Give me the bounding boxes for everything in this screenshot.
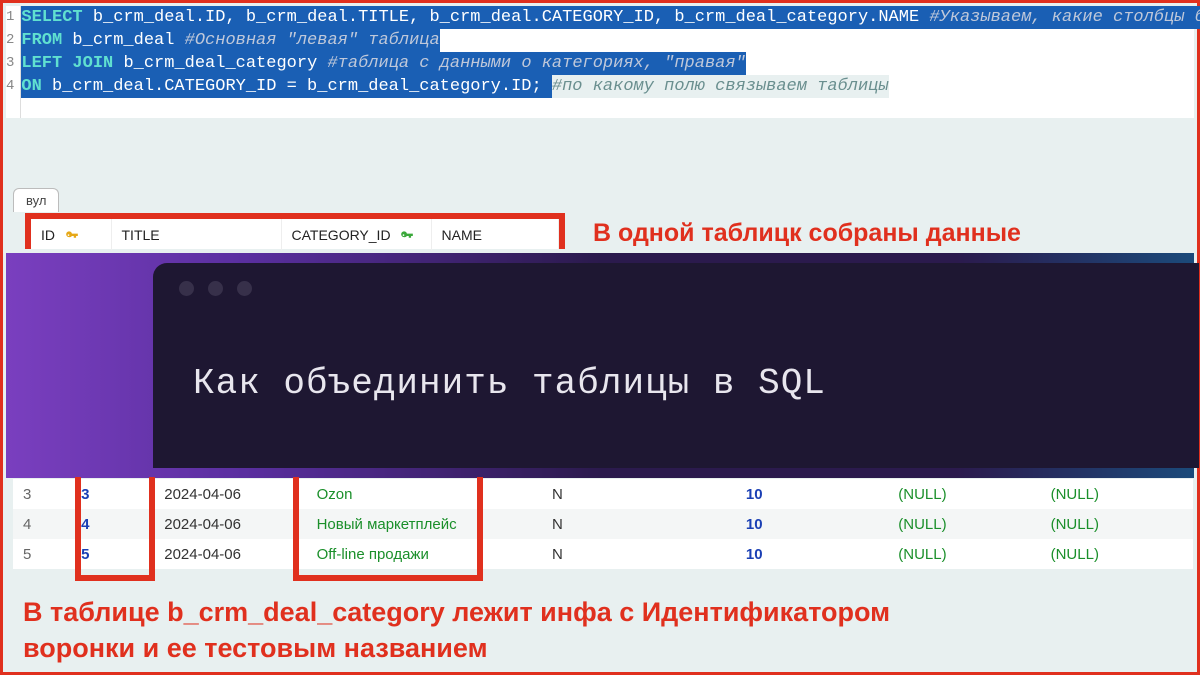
dot-icon [179, 281, 194, 296]
key-icon [65, 229, 79, 243]
cell-null: (NULL) [1041, 539, 1193, 569]
cell-flag: N [542, 509, 736, 539]
cell-date: 2024-04-06 [154, 539, 306, 569]
col-label: CATEGORY_ID [292, 227, 391, 243]
sql-line-2[interactable]: FROM b_crm_deal #Основная "левая" таблиц… [21, 29, 1200, 52]
cell-null: (NULL) [888, 479, 1040, 509]
sql-expression: b_crm_deal.CATEGORY_ID = b_crm_deal_cate… [52, 77, 552, 96]
sql-keyword: FROM [21, 31, 72, 50]
col-title[interactable]: TITLE [111, 219, 281, 251]
col-name[interactable]: NAME [431, 219, 559, 251]
line-number: 4 [6, 75, 20, 98]
sql-comment: #по какому полю связываем таблицы [552, 77, 889, 96]
row-number: 5 [13, 539, 71, 569]
result-tab-strip: вул [3, 188, 59, 212]
annotation-line: В таблице b_crm_deal_category лежит инфа… [23, 594, 890, 630]
card-title: Как объединить таблицы в SQL [193, 363, 826, 404]
cell-null: (NULL) [1041, 479, 1193, 509]
col-category-id[interactable]: CATEGORY_ID [281, 219, 431, 251]
table-row[interactable]: 5 5 2024-04-06 Off-line продажи N 10 (NU… [13, 539, 1193, 569]
col-label: ID [41, 227, 55, 243]
cell-flag: N [542, 539, 736, 569]
result-header-box: ID TITLE CATEGORY_ID NAME [25, 213, 565, 249]
sql-keyword: LEFT JOIN [21, 54, 123, 73]
col-label: TITLE [122, 227, 160, 243]
table-row[interactable]: 4 4 2024-04-06 Новый маркетплейс N 10 (N… [13, 509, 1193, 539]
result-tab-partial[interactable]: вул [13, 188, 59, 212]
cell-value: 10 [736, 479, 888, 509]
sql-keyword: ON [21, 77, 52, 96]
category-table[interactable]: 3 3 2024-04-06 Ozon N 10 (NULL) (NULL) 4… [13, 479, 1193, 569]
sql-table: b_crm_deal_category [123, 54, 327, 73]
screenshot-root: 1 2 3 4 SELECT b_crm_deal.ID, b_crm_deal… [0, 0, 1200, 675]
sql-editor[interactable]: 1 2 3 4 SELECT b_crm_deal.ID, b_crm_deal… [6, 6, 1194, 118]
cell-flag: N [542, 479, 736, 509]
sql-comment: #Указываем, какие столбцы брат [929, 8, 1200, 27]
title-card: Как объединить таблицы в SQL [153, 263, 1199, 468]
cell-null: (NULL) [888, 509, 1040, 539]
sql-comment: #таблица с данными о категориях, "правая… [327, 54, 745, 73]
highlight-box-name [293, 477, 483, 581]
annotation-line: воронки и ее тестовым названием [23, 630, 890, 666]
row-number: 4 [13, 509, 71, 539]
table-row[interactable]: 3 3 2024-04-06 Ozon N 10 (NULL) (NULL) [13, 479, 1193, 509]
cell-date: 2024-04-06 [154, 509, 306, 539]
sql-code[interactable]: SELECT b_crm_deal.ID, b_crm_deal.TITLE, … [21, 6, 1200, 118]
cell-date: 2024-04-06 [154, 479, 306, 509]
line-gutter: 1 2 3 4 [6, 6, 21, 118]
cell-value: 10 [736, 509, 888, 539]
sql-line-1[interactable]: SELECT b_crm_deal.ID, b_crm_deal.TITLE, … [21, 6, 1200, 29]
cell-value: 10 [736, 539, 888, 569]
sql-columns: b_crm_deal.ID, b_crm_deal.TITLE, b_crm_d… [93, 8, 930, 27]
annotation-bottom: В таблице b_crm_deal_category лежит инфа… [23, 594, 890, 667]
sql-keyword: SELECT [21, 8, 92, 27]
cell-null: (NULL) [888, 539, 1040, 569]
line-number: 1 [6, 6, 20, 29]
cell-null: (NULL) [1041, 509, 1193, 539]
sql-table: b_crm_deal [72, 31, 184, 50]
dot-icon [237, 281, 252, 296]
line-number: 3 [6, 52, 20, 75]
col-id[interactable]: ID [31, 219, 111, 251]
sql-comment: #Основная "левая" таблица [185, 31, 440, 50]
annotation-top: В одной таблицк собраны данные [593, 219, 1021, 248]
key-icon [400, 229, 414, 243]
row-number: 3 [13, 479, 71, 509]
col-label: NAME [442, 227, 482, 243]
window-dots [179, 281, 252, 296]
sql-line-3[interactable]: LEFT JOIN b_crm_deal_category #таблица с… [21, 52, 1200, 75]
line-number: 2 [6, 29, 20, 52]
highlight-box-id [75, 477, 155, 581]
dot-icon [208, 281, 223, 296]
sql-line-4[interactable]: ON b_crm_deal.CATEGORY_ID = b_crm_deal_c… [21, 75, 1200, 98]
result-header-table: ID TITLE CATEGORY_ID NAME [31, 219, 559, 251]
